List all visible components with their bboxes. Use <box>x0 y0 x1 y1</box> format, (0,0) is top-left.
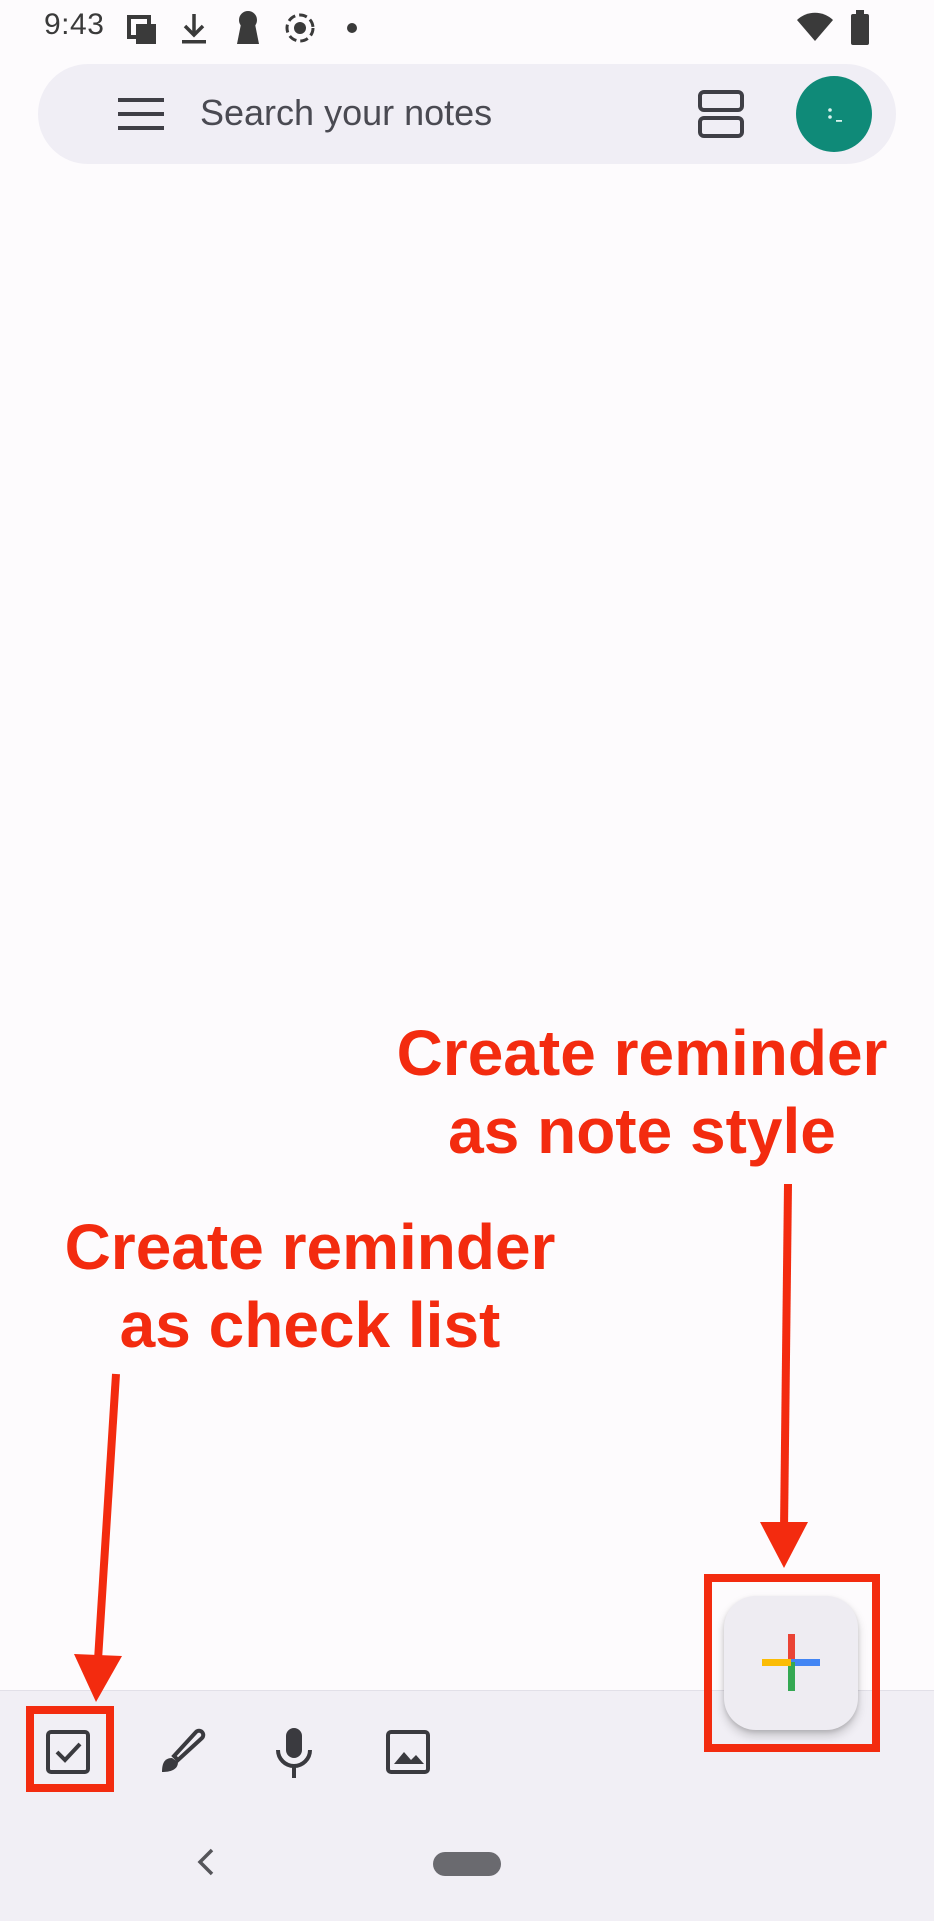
annotation-note-line2: as note style <box>448 1095 836 1167</box>
keyhole-icon <box>234 10 262 46</box>
search-bar[interactable]: Search your notes <box>38 64 896 164</box>
create-note-button[interactable] <box>724 1596 858 1730</box>
annotation-check-line1: Create reminder <box>64 1211 556 1283</box>
list-view-icon[interactable] <box>694 86 750 142</box>
search-input[interactable]: Search your notes <box>200 88 492 138</box>
screenshot-icon <box>126 14 158 46</box>
image-icon[interactable] <box>376 1720 440 1784</box>
checkbox-icon[interactable] <box>36 1720 100 1784</box>
avatar[interactable] <box>796 76 872 152</box>
google-plus-icon <box>762 1634 820 1691</box>
status-bar: 9:43 <box>0 0 934 56</box>
download-icon <box>180 12 208 46</box>
notification-dot-icon <box>346 22 358 34</box>
annotation-check-line2: as check list <box>119 1289 501 1361</box>
arrow-to-fab-head <box>760 1522 808 1568</box>
annotation-note-line1: Create reminder <box>396 1017 888 1089</box>
annotation-check-list: Create reminder as check list <box>30 1208 590 1364</box>
cast-icon <box>284 12 316 44</box>
annotation-note-style: Create reminder as note style <box>372 1014 912 1170</box>
back-chevron-icon[interactable] <box>192 1842 222 1882</box>
arrow-to-checkbox-line <box>94 1373 120 1661</box>
hamburger-menu-icon[interactable] <box>118 98 164 130</box>
status-time: 9:43 <box>44 8 105 41</box>
arrow-to-fab-line <box>780 1183 792 1531</box>
battery-icon <box>850 10 870 46</box>
microphone-icon[interactable] <box>262 1720 326 1784</box>
brush-icon[interactable] <box>148 1720 212 1784</box>
home-pill-icon[interactable] <box>433 1852 501 1876</box>
wifi-icon <box>796 12 834 42</box>
